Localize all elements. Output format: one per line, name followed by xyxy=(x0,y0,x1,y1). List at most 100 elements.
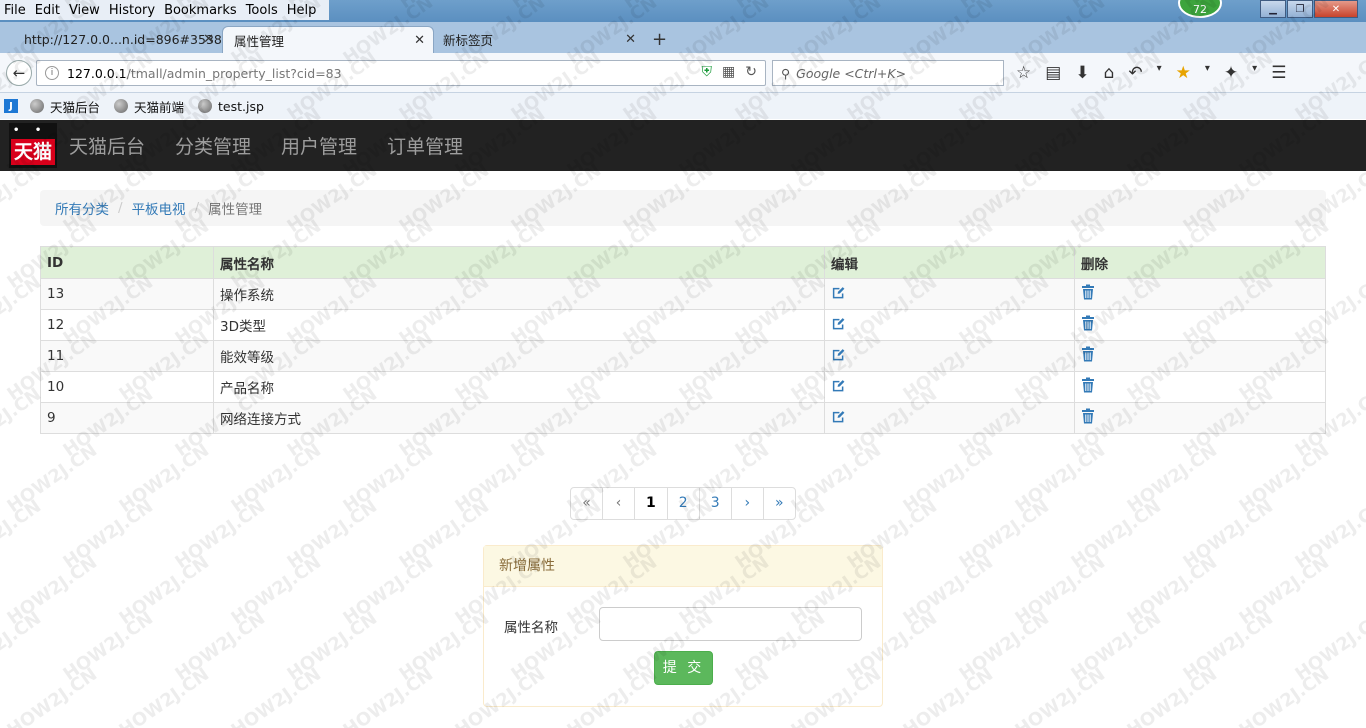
tab-bar: http://127.0.0...n.id=896#3538 ✕ 属性管理 ✕ … xyxy=(0,22,1366,53)
back-button[interactable]: ← xyxy=(6,60,32,86)
watermark-text: HOW2J.CN xyxy=(0,159,46,238)
watermark-text: HOW2J.CN xyxy=(283,607,382,686)
close-tab-icon[interactable]: ✕ xyxy=(203,32,214,47)
url-bar[interactable]: i 127.0.0.1 /tmall/admin_property_list?c… xyxy=(36,60,766,86)
qr-code-icon[interactable]: ▦ xyxy=(722,64,735,80)
watermark-text: HOW2J.CN xyxy=(395,495,494,574)
globe-icon xyxy=(114,99,129,113)
watermark-text: HOW2J.CN xyxy=(283,495,382,574)
panel-title: 新增属性 xyxy=(484,546,882,587)
download-icon[interactable]: ⬇ xyxy=(1075,63,1089,83)
bookmark-item[interactable]: 天猫后台 xyxy=(30,97,100,116)
trash-icon[interactable] xyxy=(1081,284,1095,304)
menu-tools[interactable]: Tools xyxy=(246,3,278,18)
watermark-text: HOW2J.CN xyxy=(0,383,46,462)
close-tab-icon[interactable]: ✕ xyxy=(414,33,425,48)
watermark-text: HOW2J.CN xyxy=(3,439,102,518)
close-tab-icon[interactable]: ✕ xyxy=(625,32,636,47)
dropdown-icon[interactable]: ▾ xyxy=(1205,63,1210,83)
nav-order-manage[interactable]: 订单管理 xyxy=(387,132,463,159)
tab-3[interactable]: 新标签页 ✕ xyxy=(434,26,644,53)
watermark-text: HOW2J.CN xyxy=(0,607,46,686)
window-controls: ▁ ❐ ✕ xyxy=(1259,0,1358,18)
submit-button[interactable]: 提 交 xyxy=(654,651,713,685)
cell-delete xyxy=(1074,278,1326,310)
edit-icon[interactable] xyxy=(831,347,846,366)
globe-icon xyxy=(30,99,44,113)
breadcrumb-all-categories[interactable]: 所有分类 xyxy=(55,198,109,218)
nav-category-manage[interactable]: 分类管理 xyxy=(175,132,251,159)
edit-icon[interactable] xyxy=(831,409,846,428)
breadcrumb-category[interactable]: 平板电视 xyxy=(132,198,186,218)
bookmark-item[interactable]: 天猫前端 xyxy=(114,97,184,116)
menu-file[interactable]: File xyxy=(4,3,26,18)
cell-delete xyxy=(1074,371,1326,403)
breadcrumb: 所有分类 / 平板电视 / 属性管理 xyxy=(40,190,1326,226)
extension-icon[interactable]: ✦ xyxy=(1224,63,1238,83)
table-row: 10 产品名称 xyxy=(40,371,1326,403)
page-2[interactable]: 2 xyxy=(666,487,700,520)
menu-edit[interactable]: Edit xyxy=(35,3,60,18)
menu-history[interactable]: History xyxy=(109,3,155,18)
page-next[interactable]: › xyxy=(730,487,764,520)
edit-icon[interactable] xyxy=(831,285,846,304)
nav-user-manage[interactable]: 用户管理 xyxy=(281,132,357,159)
menu-bookmarks[interactable]: Bookmarks xyxy=(164,3,237,18)
watermark-text: HOW2J.CN xyxy=(395,607,494,686)
reading-list-icon[interactable]: ▤ xyxy=(1045,63,1061,83)
maximize-button[interactable]: ❐ xyxy=(1287,0,1313,18)
minimize-button[interactable]: ▁ xyxy=(1260,0,1286,18)
trash-icon[interactable] xyxy=(1081,377,1095,397)
watermark-text: HOW2J.CN xyxy=(1067,607,1166,686)
page-1[interactable]: 1 xyxy=(634,487,668,520)
undo-icon[interactable]: ↶ xyxy=(1128,63,1142,83)
trash-icon[interactable] xyxy=(1081,346,1095,366)
watermark-text: HOW2J.CN xyxy=(955,495,1054,574)
header-name: 属性名称 xyxy=(213,246,825,279)
page-3[interactable]: 3 xyxy=(698,487,732,520)
edit-icon[interactable] xyxy=(831,378,846,397)
tab-1[interactable]: http://127.0.0...n.id=896#3538 ✕ xyxy=(0,26,222,53)
tmall-logo[interactable]: • • 天猫 xyxy=(9,123,57,168)
edit-icon[interactable] xyxy=(831,316,846,335)
watermark-text: HOW2J.CN xyxy=(1123,663,1222,728)
nav-toolbar: ← i 127.0.0.1 /tmall/admin_property_list… xyxy=(0,53,1366,93)
logo-text: 天猫 xyxy=(11,139,55,165)
home-icon[interactable]: ⌂ xyxy=(1104,63,1115,83)
trash-icon[interactable] xyxy=(1081,315,1095,335)
watermark-text: HOW2J.CN xyxy=(59,607,158,686)
j-bookmark-icon[interactable]: J xyxy=(4,99,18,113)
bookmark-star-icon[interactable]: ☆ xyxy=(1016,63,1031,83)
bookmark-item[interactable]: test.jsp xyxy=(198,99,264,114)
bookmark-label: test.jsp xyxy=(218,98,264,114)
info-icon[interactable]: i xyxy=(45,66,59,80)
page-first[interactable]: « xyxy=(570,487,603,520)
menu-help[interactable]: Help xyxy=(287,3,317,18)
page-prev[interactable]: ‹ xyxy=(602,487,635,520)
cell-edit xyxy=(824,340,1075,372)
watermark-text: HOW2J.CN xyxy=(0,495,46,574)
nav-admin-home[interactable]: 天猫后台 xyxy=(69,132,145,159)
cell-name: 3D类型 xyxy=(213,309,825,341)
watermark-text: HOW2J.CN xyxy=(3,663,102,728)
hamburger-menu-icon[interactable]: ☰ xyxy=(1271,63,1286,83)
extension-star-icon[interactable]: ★ xyxy=(1176,63,1191,83)
menu-view[interactable]: View xyxy=(69,3,100,18)
watermark-text: HOW2J.CN xyxy=(115,439,214,518)
trash-icon[interactable] xyxy=(1081,408,1095,428)
globe-icon xyxy=(198,99,213,113)
shield-icon[interactable]: ⛨ xyxy=(702,64,713,80)
dropdown-icon[interactable]: ▾ xyxy=(1157,63,1162,83)
table-row: 11 能效等级 xyxy=(40,340,1326,372)
property-name-input[interactable] xyxy=(599,607,862,641)
watermark-text: HOW2J.CN xyxy=(1291,607,1366,686)
close-window-button[interactable]: ✕ xyxy=(1314,0,1358,18)
watermark-text: HOW2J.CN xyxy=(1179,607,1278,686)
page-last[interactable]: » xyxy=(762,487,796,520)
search-input[interactable]: ⚲ Google <Ctrl+K> xyxy=(772,60,1004,86)
reload-icon[interactable]: ↻ xyxy=(745,64,757,80)
dropdown-icon[interactable]: ▾ xyxy=(1252,63,1257,83)
tab-active[interactable]: 属性管理 ✕ xyxy=(222,26,434,53)
watermark-text: HOW2J.CN xyxy=(339,663,438,728)
new-tab-button[interactable]: + xyxy=(652,29,667,50)
